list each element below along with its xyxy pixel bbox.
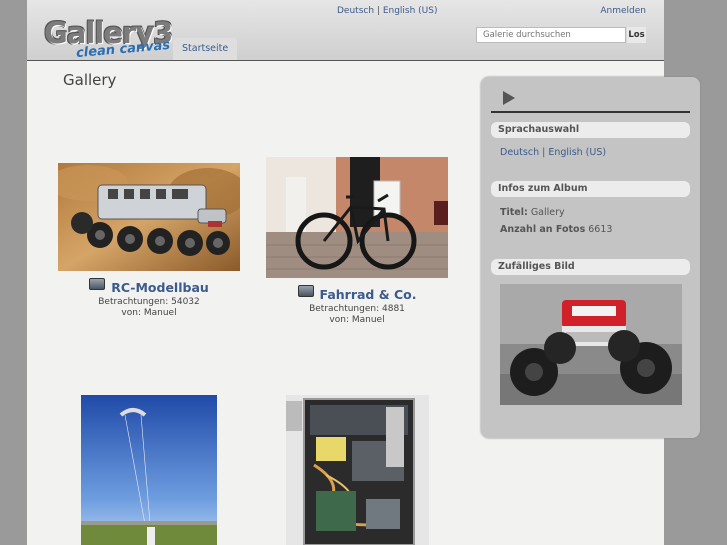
lang-separator: | [374,6,383,16]
album-icon [89,278,106,290]
album-icon [297,285,314,297]
lang-english-link[interactable]: English (US) [383,6,438,16]
site-header: Gallery3 clean canvas Deutsch | English … [27,0,664,61]
album-views: Betrachtungen: 54032 [98,297,200,307]
play-icon[interactable] [503,91,515,105]
album-thumbnail-fahrrad[interactable] [266,157,448,278]
language-switcher-top: Deutsch | English (US) [337,6,438,16]
album-thumbnail-rc-modellbau[interactable] [58,163,240,271]
sidebar-lang-english-link[interactable]: English (US) [548,147,606,158]
album-item-kite [81,395,217,545]
gallery-logo[interactable]: Gallery3 clean canvas [44,18,173,61]
album-owner: von: Manuel [121,308,177,318]
language-block-heading: Sprachauswahl [491,122,690,138]
page-title: Gallery [63,71,117,89]
lang-separator: | [539,147,549,158]
title-value: Gallery [530,207,565,218]
divider [491,111,690,113]
album-title-row: Fahrrad & Co. [266,284,448,304]
search-input[interactable] [476,27,626,43]
title-label: Titel: [500,207,528,218]
album-item-pc [286,395,429,545]
album-info-heading: Infos zum Album [491,181,690,197]
album-title-link[interactable]: RC-Modellbau [111,280,209,295]
album-title-row: RC-Modellbau [58,277,240,297]
album-views: Betrachtungen: 4881 [309,304,405,314]
search-button[interactable]: Los [627,27,646,43]
album-owner: von: Manuel [329,315,385,325]
album-thumbnail-kite[interactable] [81,395,217,545]
album-item-fahrrad: Fahrrad & Co. Betrachtungen: 4881 von: M… [266,157,448,326]
random-image[interactable] [500,284,682,405]
login-link[interactable]: Anmelden [600,6,646,16]
lang-deutsch-link[interactable]: Deutsch [337,6,374,16]
album-info-photos: Anzahl an Fotos 6613 [500,224,612,235]
language-block: Deutsch | English (US) [500,147,606,158]
album-title-link[interactable]: Fahrrad & Co. [320,287,417,302]
nav-tab-home[interactable]: Startseite [173,38,238,60]
album-thumbnail-pc[interactable] [286,395,429,545]
sidebar-lang-deutsch-link[interactable]: Deutsch [500,147,539,158]
sidebar: Sprachauswahl Deutsch | English (US) Inf… [481,77,700,438]
photos-label: Anzahl an Fotos [500,224,586,235]
album-item-rc-modellbau: RC-Modellbau Betrachtungen: 54032 von: M… [58,163,240,319]
photos-value: 6613 [588,224,613,235]
random-image-heading: Zufälliges Bild [491,259,690,275]
album-info-title: Titel: Gallery [500,207,565,218]
